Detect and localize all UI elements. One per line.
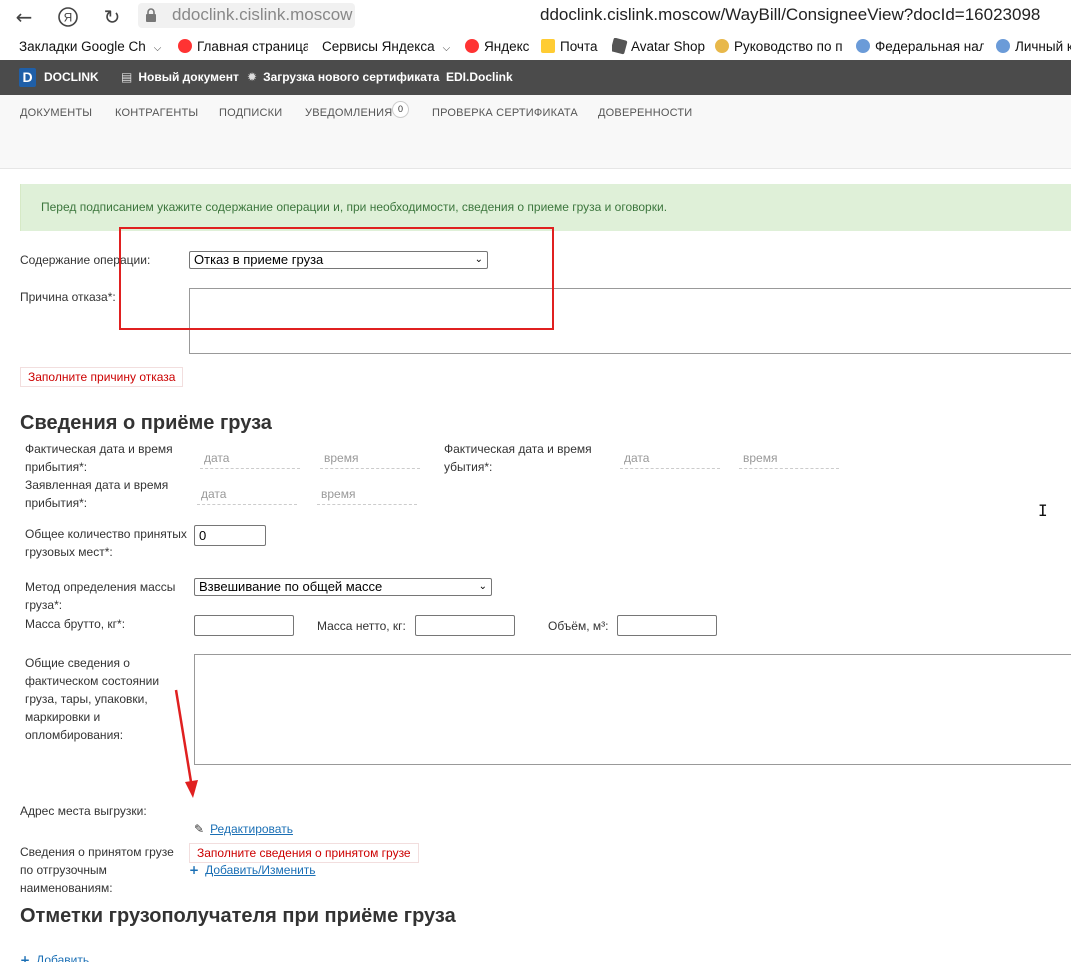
plus-icon: + xyxy=(20,953,31,962)
reason-error: Заполните причину отказа xyxy=(20,367,184,387)
bookmark-label: Главная страница xyxy=(197,39,308,54)
plus-icon: + xyxy=(189,863,200,877)
bookmark-label: Сервисы Яндекса xyxy=(322,39,435,54)
condition-label: Общие сведения о фактическом состоянии г… xyxy=(25,656,160,742)
address-bar[interactable]: ddoclink.cislink.moscow xyxy=(138,3,355,28)
main-nav: ДОКУМЕНТЫ КОНТРАГЕНТЫ ПОДПИСКИ УВЕДОМЛЕН… xyxy=(0,95,1071,169)
add-consignee-mark-link[interactable]: + Добавить xyxy=(20,953,89,962)
info-alert: Перед подписанием укажите содержание опе… xyxy=(20,184,1071,231)
yandex-icon xyxy=(178,39,192,53)
arrival-actual-date-input[interactable]: дата xyxy=(200,451,300,469)
unload-address-label: Адрес места выгрузки: xyxy=(20,804,147,818)
add-consignee-mark-label: Добавить xyxy=(36,953,90,962)
bookmarks-bar: Закладки Google Ch ⌵ Главная страница Сер… xyxy=(0,34,1071,60)
net-mass-label: Масса нетто, кг: xyxy=(317,619,406,633)
bookmark-guide[interactable]: Руководство по п xyxy=(715,38,855,56)
arrival-declared-label: Заявленная дата и время прибытия*: xyxy=(25,478,169,510)
reload-icon[interactable]: ↻ xyxy=(100,5,124,29)
places-input[interactable]: 0 xyxy=(194,525,266,546)
bookmark-label: Личный к xyxy=(1015,39,1071,54)
consignee-section-title: Отметки грузополучателя при приёме груза xyxy=(20,905,456,927)
bookmark-label: Руководство по п xyxy=(734,39,843,54)
mass-method-select[interactable]: Взвешивание по общей массе ⌄ xyxy=(194,578,492,596)
emblem-icon xyxy=(996,39,1010,53)
arrival-declared-time-input[interactable]: время xyxy=(317,487,417,505)
tab-check-certificate[interactable]: ПРОВЕРКА СЕРТИФИКАТА xyxy=(432,107,578,119)
edi-doclink-link[interactable]: EDI.Doclink xyxy=(446,70,513,85)
text-cursor-icon: I xyxy=(1038,501,1048,520)
volume-input[interactable] xyxy=(617,615,717,636)
document-icon: ▤ xyxy=(121,70,133,84)
lock-icon xyxy=(146,8,156,22)
bookmark-federal-tax[interactable]: Федеральная нал xyxy=(856,38,984,56)
bookmark-label: Яндекс xyxy=(484,39,530,54)
tab-documents[interactable]: ДОКУМЕНТЫ xyxy=(20,107,92,119)
bookmark-label: Avatar Shop xyxy=(631,39,706,54)
back-icon[interactable]: ← xyxy=(12,5,36,29)
bookmark-mail[interactable]: Почта xyxy=(541,38,606,56)
yandex-browser-icon[interactable]: Я xyxy=(56,5,80,29)
chevron-down-icon: ⌵ xyxy=(442,43,451,54)
goods-label: Сведения о принятом грузе по отгрузочным… xyxy=(20,845,174,895)
annotation-arrow xyxy=(174,689,198,798)
bookmark-google-folder[interactable]: Закладки Google Ch ⌵ xyxy=(19,38,174,56)
reason-label: Причина отказа*: xyxy=(20,290,116,304)
departure-actual-label: Фактическая дата и время убытия*: xyxy=(444,442,592,474)
mass-method-label: Метод определения массы груза*: xyxy=(25,580,176,612)
add-change-goods-label: Добавить/Изменить xyxy=(205,863,316,877)
doclink-logo[interactable]: D xyxy=(19,68,36,87)
bookmark-avatar-shop[interactable]: Avatar Shop xyxy=(612,38,707,56)
annotation-highlight-box xyxy=(119,227,554,330)
tab-powers-of-attorney[interactable]: ДОВЕРЕННОСТИ xyxy=(598,107,692,119)
tab-subscriptions[interactable]: ПОДПИСКИ xyxy=(219,107,282,119)
bookmark-label: Федеральная нал xyxy=(875,39,984,54)
upload-certificate-link[interactable]: ✹ Загрузка нового сертификата xyxy=(247,70,439,85)
roblox-icon xyxy=(612,38,628,55)
tab-notifications[interactable]: УВЕДОМЛЕНИЯ xyxy=(305,107,392,119)
upload-certificate-label: Загрузка нового сертификата xyxy=(263,70,440,84)
bookmark-personal[interactable]: Личный к xyxy=(996,38,1071,56)
gear-icon: ✹ xyxy=(247,70,258,84)
tab-contragents[interactable]: КОНТРАГЕНТЫ xyxy=(115,107,198,119)
app-header: D DOCLINK ▤ Новый документ ✹ Загрузка ново… xyxy=(0,60,1071,95)
condition-textarea[interactable] xyxy=(194,654,1071,765)
url-host: ddoclink.cislink.moscow xyxy=(172,5,353,24)
arrival-actual-time-input[interactable]: время xyxy=(320,451,420,469)
edit-address-link[interactable]: ✎ Редактировать xyxy=(194,822,293,836)
bookmark-main-page[interactable]: Главная страница xyxy=(178,38,308,56)
places-label: Общее количество принятых грузовых мест*… xyxy=(25,527,187,559)
add-change-goods-link[interactable]: + Добавить/Изменить xyxy=(189,863,316,877)
net-mass-input[interactable] xyxy=(415,615,515,636)
departure-actual-date-input[interactable]: дата xyxy=(620,451,720,469)
bookmark-label: Закладки Google Ch xyxy=(19,39,146,54)
app-name[interactable]: DOCLINK xyxy=(44,70,99,85)
arrival-actual-label: Фактическая дата и время прибытия*: xyxy=(25,442,173,474)
volume-label: Объём, м³: xyxy=(548,619,609,633)
goods-error: Заполните сведения о принятом грузе xyxy=(189,843,419,863)
arrival-declared-date-input[interactable]: дата xyxy=(197,487,297,505)
mail-icon xyxy=(541,39,555,53)
mass-method-select-value: Взвешивание по общей массе xyxy=(199,579,383,594)
notifications-badge: 0 xyxy=(392,101,409,118)
gear-icon xyxy=(715,39,729,53)
bookmark-yandex[interactable]: Яндекс xyxy=(465,38,535,56)
svg-text:Я: Я xyxy=(64,11,73,25)
emblem-icon xyxy=(856,39,870,53)
browser-toolbar: ← Я ↻ ddoclink.cislink.moscow ddoclink.c… xyxy=(0,0,1071,34)
new-document-link[interactable]: ▤ Новый документ xyxy=(121,70,239,85)
chevron-down-icon: ⌵ xyxy=(153,43,162,54)
edit-address-label: Редактировать xyxy=(210,822,293,836)
new-document-label: Новый документ xyxy=(138,70,239,84)
gross-mass-input[interactable] xyxy=(194,615,294,636)
cargo-section-title: Сведения о приёме груза xyxy=(20,412,272,434)
gross-mass-label: Масса брутто, кг*: xyxy=(25,617,126,631)
url-full: ddoclink.cislink.moscow/WayBill/Consigne… xyxy=(540,5,1041,24)
bookmark-yandex-services[interactable]: Сервисы Яндекса ⌵ xyxy=(322,38,452,56)
pencil-icon: ✎ xyxy=(194,822,205,836)
departure-actual-time-input[interactable]: время xyxy=(739,451,839,469)
bookmark-label: Почта xyxy=(560,39,598,54)
chevron-down-icon: ⌄ xyxy=(478,581,487,592)
yandex-icon xyxy=(465,39,479,53)
